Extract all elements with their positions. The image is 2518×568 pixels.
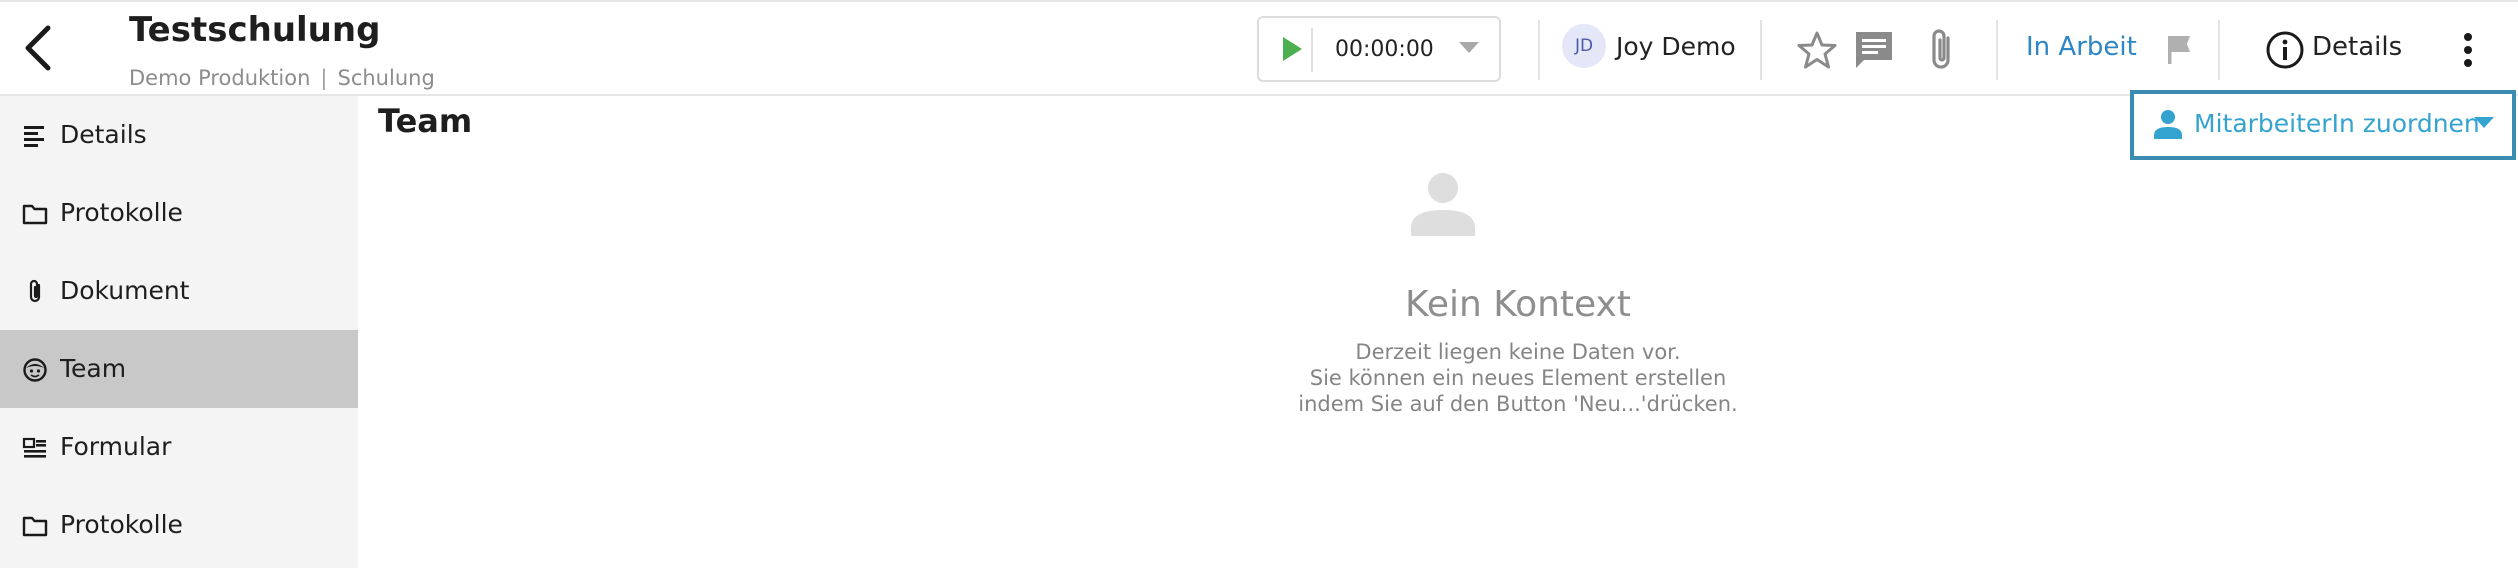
person-placeholder-icon bbox=[1411, 173, 1475, 236]
time-tracker[interactable]: 00:00:00 bbox=[1257, 16, 1501, 82]
more-vertical-icon bbox=[2464, 33, 2472, 67]
face-icon bbox=[23, 358, 47, 382]
page-title: Testschulung bbox=[129, 10, 381, 50]
sidebar-item-details[interactable]: Details bbox=[0, 96, 358, 174]
divider bbox=[2218, 20, 2220, 80]
sidebar: Details Protokolle Dokument Team Formula… bbox=[0, 96, 358, 568]
sidebar-item-formular[interactable]: Formular bbox=[0, 408, 358, 486]
sidebar-item-label: Protokolle bbox=[60, 510, 183, 539]
notes-icon bbox=[24, 126, 44, 147]
play-icon[interactable] bbox=[1281, 36, 1303, 62]
status-label[interactable]: In Arbeit bbox=[2026, 32, 2137, 62]
sidebar-item-team[interactable]: Team bbox=[0, 330, 358, 408]
empty-state-title: Kein Kontext bbox=[1405, 284, 1631, 325]
breadcrumb: Demo Produktion | Schulung bbox=[129, 66, 435, 90]
empty-state-text: Derzeit liegen keine Daten vor. bbox=[1355, 340, 1681, 364]
app-header: Testschulung Demo Produktion | Schulung 00… bbox=[0, 0, 2518, 96]
breadcrumb-item[interactable]: Demo Produktion bbox=[129, 66, 310, 90]
user-name: Joy Demo bbox=[1616, 32, 1736, 61]
back-button[interactable] bbox=[14, 22, 66, 74]
chevron-left-icon bbox=[25, 25, 51, 71]
avatar: JD bbox=[1562, 24, 1606, 68]
empty-state-text: indem Sie auf den Button 'Neu...'drücken… bbox=[1298, 392, 1738, 416]
star-icon bbox=[1797, 31, 1837, 69]
favorite-button[interactable] bbox=[1793, 26, 1841, 74]
details-label: Details bbox=[2312, 32, 2403, 62]
section-title: Team bbox=[378, 102, 473, 140]
comments-button[interactable] bbox=[1850, 26, 1898, 74]
sidebar-item-label: Team bbox=[60, 354, 127, 383]
breadcrumb-separator: | bbox=[320, 66, 328, 90]
divider bbox=[1538, 20, 1540, 80]
sidebar-item-dokument[interactable]: Dokument bbox=[0, 252, 358, 330]
sidebar-item-label: Protokolle bbox=[60, 198, 183, 227]
sidebar-item-label: Details bbox=[60, 120, 147, 149]
paperclip-icon bbox=[29, 279, 41, 303]
comment-icon bbox=[1856, 32, 1892, 68]
flag-icon bbox=[2168, 36, 2190, 64]
divider bbox=[1311, 28, 1313, 72]
info-icon bbox=[2266, 31, 2304, 69]
sidebar-item-protokolle-2[interactable]: Protokolle bbox=[0, 486, 358, 564]
chevron-down-icon[interactable] bbox=[1459, 42, 1479, 54]
breadcrumb-item[interactable]: Schulung bbox=[338, 66, 435, 90]
assign-employee-button[interactable]: MitarbeiterIn zuordnen bbox=[2130, 90, 2516, 160]
divider bbox=[1996, 20, 1998, 80]
flag-button[interactable] bbox=[2156, 26, 2204, 74]
folder-icon bbox=[22, 516, 48, 537]
attachments-button[interactable] bbox=[1918, 26, 1966, 74]
sidebar-item-label: Formular bbox=[60, 432, 172, 461]
divider bbox=[1760, 20, 1762, 80]
paperclip-icon bbox=[1932, 29, 1950, 69]
assign-button-label: MitarbeiterIn zuordnen bbox=[2194, 109, 2480, 138]
sidebar-item-label: Dokument bbox=[60, 276, 190, 305]
person-icon bbox=[2154, 110, 2182, 139]
sidebar-item-protokolle[interactable]: Protokolle bbox=[0, 174, 358, 252]
timer-value: 00:00:00 bbox=[1335, 37, 1434, 62]
main-content: Team MitarbeiterIn zuordnen Kein Kontext… bbox=[358, 90, 2518, 568]
folder-icon bbox=[22, 204, 48, 225]
more-menu-button[interactable] bbox=[2444, 26, 2492, 74]
chevron-down-icon bbox=[2474, 117, 2494, 128]
empty-state-text: Sie können ein neues Element erstellen bbox=[1309, 366, 1727, 390]
form-icon bbox=[22, 437, 46, 458]
